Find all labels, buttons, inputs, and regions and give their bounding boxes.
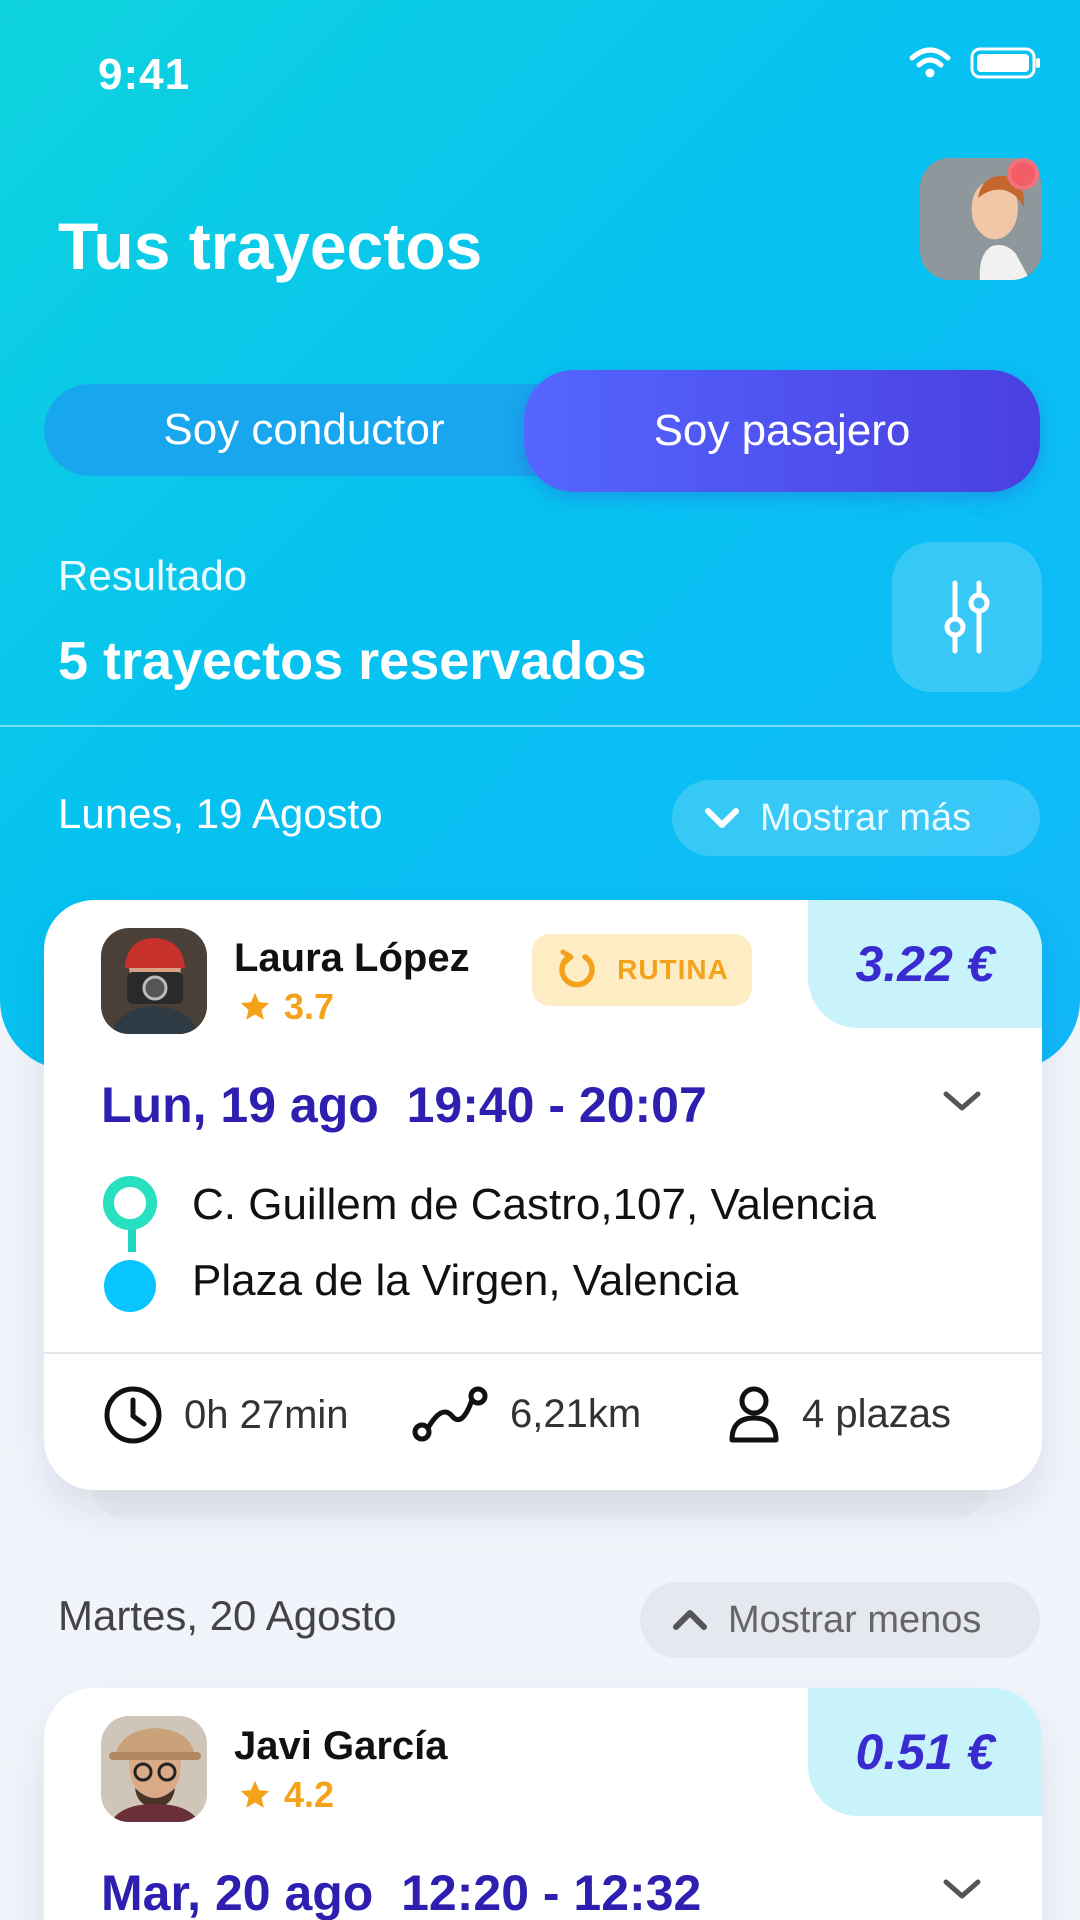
- tab-soy-conductor[interactable]: Soy conductor: [44, 384, 564, 476]
- driver-rating: 4.2: [238, 1774, 334, 1816]
- driver-rating: 3.7: [238, 986, 334, 1028]
- tab-soy-pasajero[interactable]: Soy pasajero: [524, 370, 1040, 492]
- show-more-button[interactable]: Mostrar más: [672, 780, 1040, 856]
- chevron-down-icon[interactable]: [940, 1086, 984, 1116]
- trip-card[interactable]: 3.22 € Laura López 3.7 RUTINA Lun, 19 ag…: [44, 900, 1042, 1490]
- destination-marker: [104, 1260, 156, 1312]
- trip-datetime: Lun, 19 ago 19:40 - 20:07: [101, 1077, 707, 1133]
- role-segmented-control: Soy conductor Soy pasajero: [44, 370, 1040, 492]
- trip-datetime: Mar, 20 ago 12:20 - 12:32: [101, 1865, 702, 1920]
- chevron-down-icon: [705, 808, 739, 828]
- filter-button[interactable]: [892, 542, 1042, 692]
- day-header-martes: Martes, 20 Agosto: [58, 1592, 397, 1639]
- route-icon: [412, 1386, 488, 1442]
- driver-name: Javi García: [234, 1724, 448, 1768]
- origin-address: C. Guillem de Castro,107, Valencia: [192, 1180, 876, 1229]
- trip-duration: 0h 27min: [102, 1384, 349, 1446]
- destination-address: Plaza de la Virgen, Valencia: [192, 1256, 739, 1305]
- trip-distance: 6,21km: [410, 1384, 641, 1444]
- trip-card[interactable]: 0.51 € Javi García 4.2 Mar, 20 ago 12:20…: [44, 1688, 1042, 1920]
- results-count: 5 trayectos reservados: [58, 631, 647, 691]
- results-label: Resultado: [58, 552, 248, 599]
- notification-dot: [1007, 158, 1039, 190]
- routine-badge: RUTINA: [532, 934, 752, 1006]
- trip-price: 3.22 €: [808, 900, 1042, 1028]
- chevron-up-icon: [673, 1610, 707, 1630]
- wifi-icon: [909, 47, 951, 78]
- star-icon: [240, 1780, 270, 1808]
- section-divider: [0, 725, 1080, 727]
- person-icon: [729, 1386, 779, 1443]
- origin-marker: [103, 1176, 157, 1230]
- routine-badge-label: RUTINA: [617, 954, 729, 985]
- star-icon: [240, 992, 270, 1020]
- day-header-lunes: Lunes, 19 Agosto: [58, 790, 383, 837]
- trip-seats: 4 plazas: [726, 1384, 951, 1444]
- driver-photo: [101, 928, 207, 1034]
- driver-photo: [101, 1716, 207, 1822]
- show-less-button[interactable]: Mostrar menos: [640, 1582, 1040, 1658]
- sliders-icon: [944, 580, 990, 654]
- status-icons: [908, 46, 1042, 80]
- clock-icon: [104, 1386, 162, 1444]
- duration-value: 0h 27min: [184, 1392, 349, 1437]
- chevron-down-icon[interactable]: [940, 1874, 984, 1904]
- distance-value: 6,21km: [510, 1391, 642, 1436]
- battery-icon: [970, 47, 1040, 79]
- status-time: 9:41: [98, 50, 191, 99]
- seats-value: 4 plazas: [802, 1391, 951, 1436]
- driver-name: Laura López: [234, 936, 470, 980]
- refresh-icon: [559, 949, 595, 988]
- show-less-label: Mostrar menos: [728, 1598, 982, 1641]
- rating-value: 3.7: [284, 986, 335, 1027]
- card-divider: [44, 1352, 1042, 1354]
- show-more-label: Mostrar más: [760, 796, 972, 839]
- page-title: Tus trayectos: [58, 209, 483, 283]
- trip-price: 0.51 €: [808, 1688, 1042, 1816]
- rating-value: 4.2: [284, 1774, 335, 1815]
